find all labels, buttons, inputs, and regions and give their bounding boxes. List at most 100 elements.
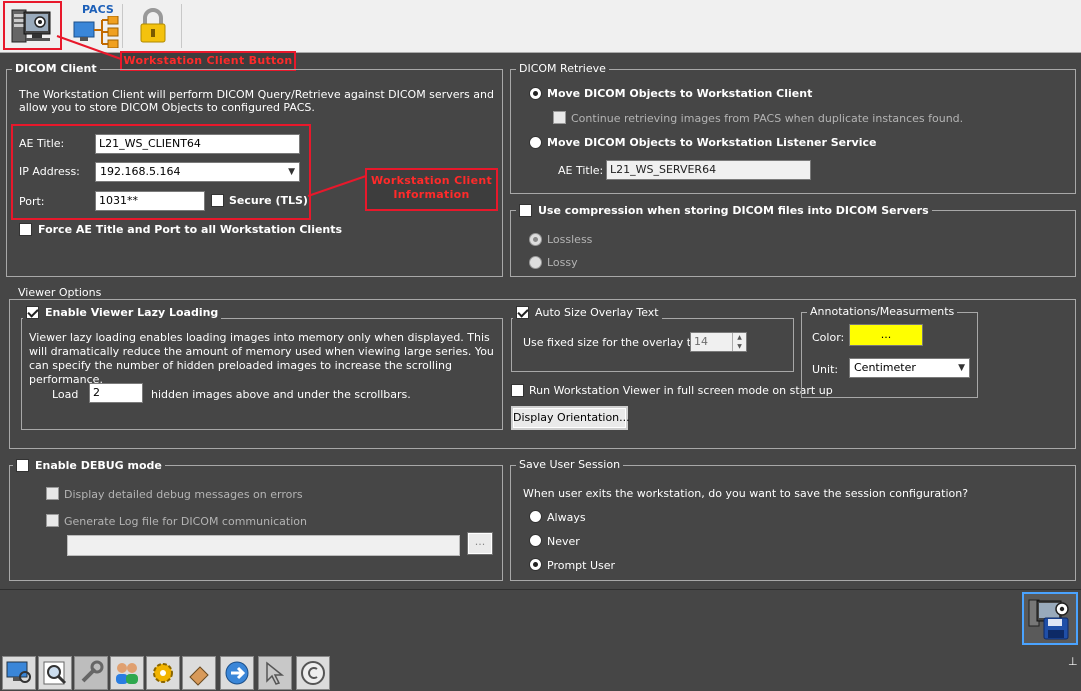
- hidden-images-label: hidden images above and under the scroll…: [151, 388, 411, 401]
- dock-query-button[interactable]: [38, 656, 72, 690]
- save-session-question: When user exits the workstation, do you …: [523, 487, 969, 500]
- listener-ae-title-label: AE Title:: [558, 164, 604, 177]
- lossless-radio[interactable]: [529, 233, 542, 246]
- continue-retrieving-label: Continue retrieving images from PACS whe…: [571, 112, 964, 125]
- move-to-listener-radio[interactable]: [529, 136, 542, 149]
- port-label: Port:: [19, 195, 45, 208]
- dock-forward-button[interactable]: [220, 656, 254, 690]
- auto-size-legend: Auto Size Overlay Text: [513, 306, 662, 319]
- ip-address-value: 192.168.5.164: [100, 165, 181, 178]
- toolbar-separator: [181, 4, 182, 48]
- annotation-arrow: [307, 175, 367, 197]
- session-prompt-label: Prompt User: [547, 559, 616, 572]
- detailed-debug-label: Display detailed debug messages on error…: [64, 488, 303, 501]
- info-circle-icon: [301, 661, 325, 685]
- ae-title-input[interactable]: L21_WS_CLIENT64: [95, 134, 300, 154]
- compression-group: [510, 210, 1076, 277]
- use-compression-checkbox[interactable]: [519, 204, 532, 217]
- color-label: Color:: [812, 331, 845, 344]
- ip-address-label: IP Address:: [19, 165, 80, 178]
- dicom-retrieve-legend: DICOM Retrieve: [516, 63, 609, 75]
- debug-legend: Enable DEBUG mode: [13, 459, 165, 472]
- log-path-input[interactable]: [67, 535, 460, 556]
- workstation-button-highlight: [3, 1, 62, 50]
- dock-edit-button[interactable]: [182, 656, 216, 690]
- debug-mode-label: Enable DEBUG mode: [35, 458, 162, 472]
- fixed-size-stepper[interactable]: 14 ▲ ▼: [690, 332, 747, 352]
- users-icon: [116, 663, 138, 684]
- footer-divider: [0, 589, 1081, 590]
- viewer-options-legend: Viewer Options: [15, 287, 105, 299]
- unit-select[interactable]: Centimeter ▼: [849, 358, 970, 378]
- lazy-loading-label: Enable Viewer Lazy Loading: [45, 305, 219, 319]
- dock-pointer-button[interactable]: [258, 656, 292, 690]
- force-ae-title-label: Force AE Title and Port to all Workstati…: [38, 223, 343, 236]
- load-count-input[interactable]: 2: [89, 383, 143, 403]
- save-session-legend: Save User Session: [516, 459, 624, 471]
- continue-retrieving-checkbox[interactable]: [553, 111, 566, 124]
- fullscreen-checkbox[interactable]: [511, 384, 524, 397]
- fixed-size-label: Use fixed size for the overlay text:: [523, 336, 713, 349]
- move-to-listener-label: Move DICOM Objects to Workstation Listen…: [547, 136, 877, 149]
- detailed-debug-checkbox[interactable]: [46, 487, 59, 500]
- dock-search-studies-button[interactable]: [2, 656, 36, 690]
- auto-size-checkbox[interactable]: [516, 306, 529, 319]
- secure-tls-label: Secure (TLS): [229, 194, 308, 207]
- move-to-client-radio[interactable]: [529, 87, 542, 100]
- annotation-arrow: [56, 35, 122, 60]
- secure-tls-checkbox[interactable]: [211, 194, 224, 207]
- lazy-loading-checkbox[interactable]: [26, 306, 39, 319]
- chevron-down-icon: ▼: [958, 363, 965, 373]
- generate-log-checkbox[interactable]: [46, 514, 59, 527]
- pin-icon[interactable]: ⊥: [1068, 655, 1078, 668]
- debug-mode-checkbox[interactable]: [16, 459, 29, 472]
- session-prompt-radio[interactable]: [529, 558, 542, 571]
- pointer-icon: [266, 661, 285, 685]
- session-always-radio[interactable]: [529, 510, 542, 523]
- listener-ae-title-input[interactable]: L21_WS_SERVER64: [606, 160, 811, 180]
- lossy-radio[interactable]: [529, 256, 542, 269]
- color-picker-label: ...: [880, 328, 892, 341]
- session-always-label: Always: [547, 511, 586, 524]
- dock-settings-button[interactable]: [146, 656, 180, 690]
- load-label: Load: [52, 388, 79, 401]
- dicom-client-legend: DICOM Client: [12, 63, 100, 75]
- lazy-loading-description: Viewer lazy loading enables loading imag…: [29, 331, 494, 386]
- lock-icon: [140, 8, 166, 43]
- color-picker-button[interactable]: ...: [849, 324, 923, 346]
- annotations-legend: Annotations/Measurments: [807, 306, 958, 318]
- save-settings-icon: [1028, 599, 1069, 639]
- session-never-label: Never: [547, 535, 580, 548]
- dock-users-button[interactable]: [110, 656, 144, 690]
- dicom-client-description: The Workstation Client will perform DICO…: [19, 88, 494, 114]
- force-ae-title-checkbox[interactable]: [19, 223, 32, 236]
- stepper-arrows-icon[interactable]: ▲ ▼: [732, 333, 746, 351]
- wrench-icon: [81, 660, 104, 683]
- computer-search-icon: [6, 661, 31, 683]
- auto-size-label: Auto Size Overlay Text: [535, 305, 659, 319]
- dock-about-button[interactable]: [296, 656, 330, 690]
- port-input[interactable]: 1031**: [95, 191, 205, 211]
- security-button[interactable]: [124, 2, 182, 50]
- session-never-radio[interactable]: [529, 534, 542, 547]
- fullscreen-label: Run Workstation Viewer in full screen mo…: [529, 384, 833, 397]
- lossless-label: Lossless: [547, 233, 593, 246]
- lazy-loading-legend: Enable Viewer Lazy Loading: [23, 305, 222, 319]
- compression-legend: Use compression when storing DICOM files…: [516, 204, 932, 217]
- gear-icon: [153, 663, 173, 683]
- save-settings-button[interactable]: [1022, 592, 1078, 645]
- unit-label: Unit:: [812, 363, 839, 376]
- annotation-workstation-client-information: Workstation Client Information: [365, 168, 498, 211]
- log-browse-button[interactable]: ...: [467, 532, 493, 555]
- pacs-label: PACS: [82, 3, 114, 16]
- unit-value: Centimeter: [854, 361, 916, 374]
- display-orientation-button[interactable]: Display Orientation...: [511, 406, 630, 430]
- dock-tools-button[interactable]: [74, 656, 108, 690]
- use-compression-label: Use compression when storing DICOM files…: [538, 203, 929, 217]
- magnifier-icon: [43, 661, 67, 685]
- lossy-label: Lossy: [547, 256, 578, 269]
- ip-address-select[interactable]: 192.168.5.164 ▼: [95, 162, 300, 182]
- fixed-size-value: 14: [694, 335, 708, 348]
- chevron-down-icon: ▼: [288, 167, 295, 177]
- ae-title-label: AE Title:: [19, 137, 65, 150]
